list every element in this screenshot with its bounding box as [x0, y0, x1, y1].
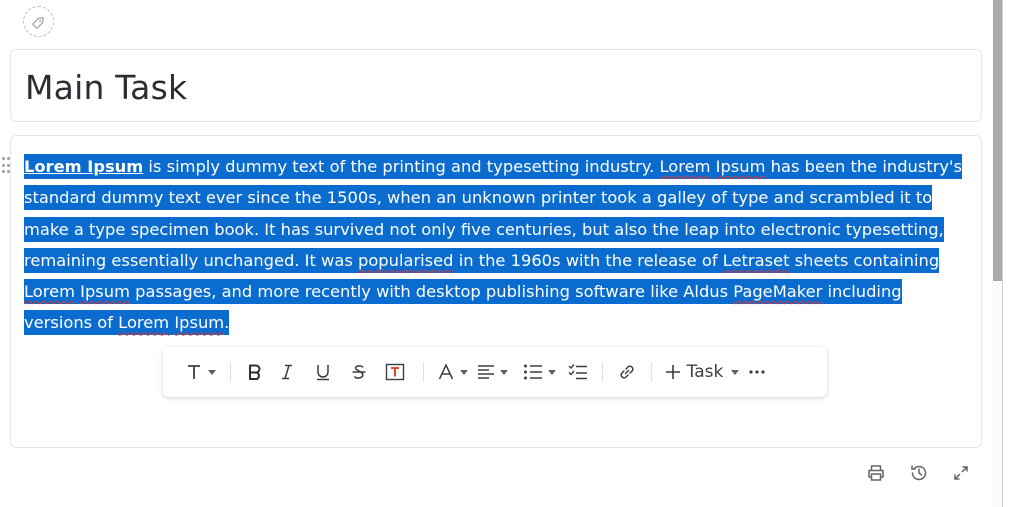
- chevron-down-icon: [731, 369, 740, 375]
- text-run: .: [224, 313, 230, 333]
- drag-handle-icon[interactable]: [0, 157, 10, 175]
- strikethrough-button[interactable]: [341, 357, 377, 387]
- underline-icon: [317, 365, 329, 381]
- misspelled-word[interactable]: Letraset: [723, 251, 790, 270]
- bold-icon: [249, 364, 261, 380]
- text-run: sheets containing: [789, 250, 940, 270]
- misspelled-word[interactable]: Ipsum: [80, 282, 130, 301]
- history-button[interactable]: [908, 462, 930, 484]
- italic-icon: [282, 364, 292, 380]
- insert-link-button[interactable]: [613, 357, 641, 387]
- font-color-icon: [438, 363, 453, 380]
- editor-content[interactable]: Lorem Ipsum is simply dummy text of the …: [24, 151, 964, 339]
- misspelled-word[interactable]: PageMaker: [733, 282, 822, 301]
- more-options-button[interactable]: [742, 357, 772, 387]
- text-type-icon: [187, 365, 200, 379]
- checklist-button[interactable]: [564, 357, 592, 387]
- print-button[interactable]: [865, 462, 887, 484]
- text-box-icon: [385, 363, 405, 381]
- misspelled-word[interactable]: Ipsum: [716, 157, 766, 176]
- font-color-dropdown[interactable]: [434, 357, 470, 387]
- toolbar-divider: [423, 362, 424, 382]
- bullet-list-dropdown[interactable]: [514, 357, 564, 387]
- misspelled-word[interactable]: popularised: [358, 251, 454, 270]
- underline-button[interactable]: [305, 357, 341, 387]
- bold-text: Lorem Ipsum: [24, 157, 144, 176]
- expand-button[interactable]: [950, 462, 972, 484]
- bullet-list-icon: [523, 364, 542, 380]
- toolbar-divider: [230, 362, 231, 382]
- toolbar-divider: [602, 362, 603, 382]
- link-icon: [620, 365, 634, 379]
- italic-button[interactable]: [269, 357, 305, 387]
- add-task-dropdown[interactable]: Task: [662, 357, 742, 387]
- more-horizontal-icon: [749, 370, 765, 374]
- checklist-icon: [568, 364, 587, 380]
- print-icon: [868, 465, 884, 481]
- misspelled-word[interactable]: Lorem: [660, 157, 711, 176]
- formatting-toolbar: Task: [163, 347, 827, 397]
- expand-icon: [954, 466, 968, 480]
- toolbar-divider: [651, 362, 652, 382]
- misspelled-word[interactable]: Lorem: [24, 282, 75, 301]
- chevron-down-icon: [547, 369, 556, 375]
- text-style-dropdown[interactable]: [180, 357, 220, 387]
- misspelled-word[interactable]: Lorem: [118, 313, 169, 332]
- strikethrough-icon: [352, 365, 366, 379]
- history-icon: [911, 465, 927, 481]
- text-run: is simply dummy text of the printing and…: [143, 157, 660, 176]
- add-task-label: Task: [686, 362, 724, 382]
- chevron-down-icon: [459, 369, 468, 375]
- misspelled-word[interactable]: Ipsum: [174, 313, 224, 332]
- add-tag-button[interactable]: [23, 6, 54, 37]
- chevron-down-icon: [207, 369, 216, 375]
- align-dropdown[interactable]: [470, 357, 514, 387]
- task-title-card[interactable]: Main Task: [10, 49, 982, 122]
- panel-divider: [1002, 0, 1003, 507]
- task-title[interactable]: Main Task: [25, 68, 187, 107]
- text-run: in the 1960s with the release of: [453, 250, 723, 270]
- bold-button[interactable]: [241, 357, 269, 387]
- scrollbar-thumb[interactable]: [993, 0, 1002, 281]
- tag-icon: [31, 16, 44, 29]
- text-run: passages, and more recently with desktop…: [129, 282, 734, 302]
- align-left-icon: [477, 365, 494, 379]
- chevron-down-icon: [499, 369, 508, 375]
- selected-text: Lorem Ipsum is simply dummy text of the …: [24, 154, 963, 336]
- text-color-button[interactable]: [377, 357, 413, 387]
- plus-icon: [665, 365, 680, 379]
